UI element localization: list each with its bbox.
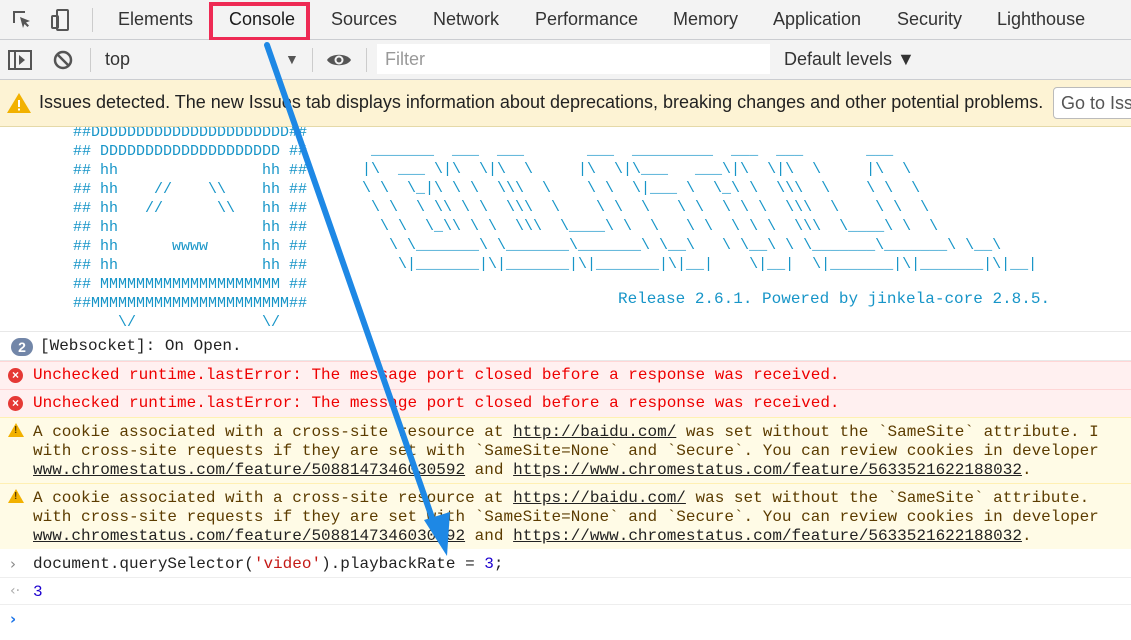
- annotation-arrow: [264, 42, 450, 556]
